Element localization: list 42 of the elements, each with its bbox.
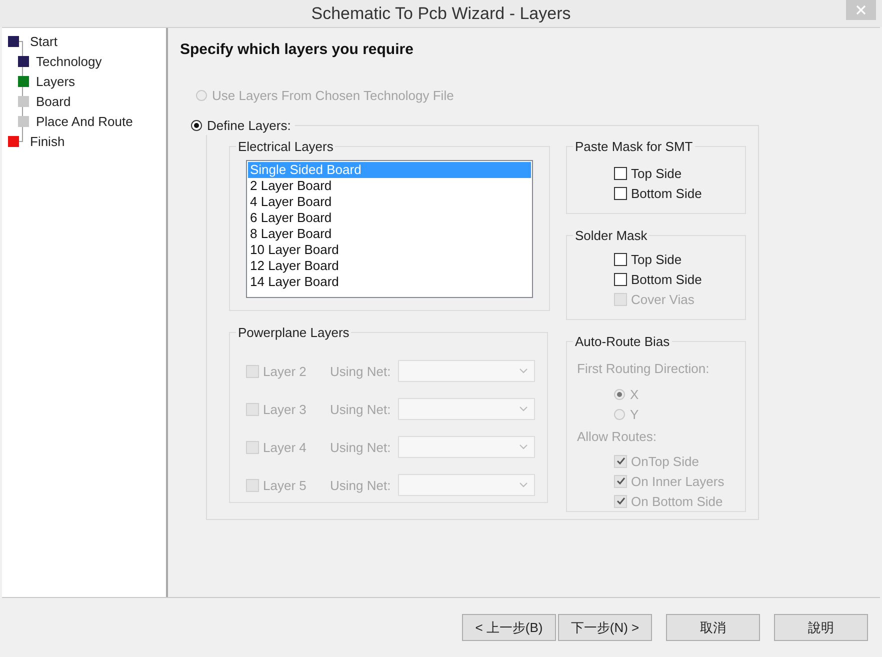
close-icon — [856, 5, 866, 15]
list-item[interactable]: 6 Layer Board — [248, 210, 531, 226]
page-heading: Specify which layers you require — [180, 41, 414, 58]
list-item[interactable]: 8 Layer Board — [248, 226, 531, 242]
tree-item[interactable]: Technology — [8, 51, 166, 71]
checkbox[interactable]: Bottom Side — [583, 183, 735, 203]
tree-item[interactable]: Finish — [8, 131, 166, 151]
group-title: Solder Mask — [574, 228, 648, 243]
chevron-down-icon — [519, 444, 528, 450]
tree-item[interactable]: Layers — [8, 71, 166, 91]
checkbox[interactable]: Bottom Side — [583, 269, 735, 289]
group-title: Paste Mask for SMT — [574, 139, 694, 154]
direction-label: First Routing Direction: — [577, 360, 710, 378]
radio-button[interactable]: Define Layers: — [191, 115, 291, 135]
wizard-button[interactable]: 下一步(N) > — [558, 614, 652, 641]
tree-item[interactable]: Place And Route — [8, 111, 166, 131]
chevron-down-icon — [519, 368, 528, 374]
net-label: Using Net: — [330, 402, 392, 416]
checkbox[interactable]: Top Side — [583, 163, 735, 183]
net-label: Using Net: — [330, 440, 392, 454]
list-item[interactable]: 10 Layer Board — [248, 242, 531, 258]
chevron-down-icon — [519, 406, 528, 412]
chevron-down-icon — [519, 482, 528, 488]
group-title: Powerplane Layers — [237, 325, 350, 340]
net-label: Using Net: — [330, 364, 392, 378]
list-item[interactable]: 12 Layer Board — [248, 258, 531, 274]
window-title: Schematic To Pcb Wizard - Layers — [311, 4, 571, 24]
net-label: Using Net: — [330, 478, 392, 492]
layer-list[interactable]: Single Sided Board 2 Layer Board 4 Layer Board 6 Layer Board 8 Layer Board 10 Layer Board 12 Layer Board 14 Layer Board — [246, 160, 533, 298]
wizard-button[interactable]: 取消 — [666, 614, 760, 641]
wizard-button[interactable]: 說明 — [774, 614, 868, 641]
close-button[interactable] — [846, 0, 876, 20]
list-item[interactable]: 14 Layer Board — [248, 274, 531, 290]
tree-item[interactable]: Board — [8, 91, 166, 111]
tree-item[interactable]: Start — [8, 31, 166, 51]
list-item[interactable]: 4 Layer Board — [248, 194, 531, 210]
group-title: Auto-Route Bias — [574, 334, 671, 349]
wizard-button[interactable]: < 上一步(B) — [462, 614, 556, 641]
routes-label: Allow Routes: — [577, 428, 658, 446]
list-item[interactable]: 2 Layer Board — [248, 178, 531, 194]
checkbox[interactable]: Top Side — [583, 249, 735, 269]
group-title: Electrical Layers — [237, 139, 334, 154]
